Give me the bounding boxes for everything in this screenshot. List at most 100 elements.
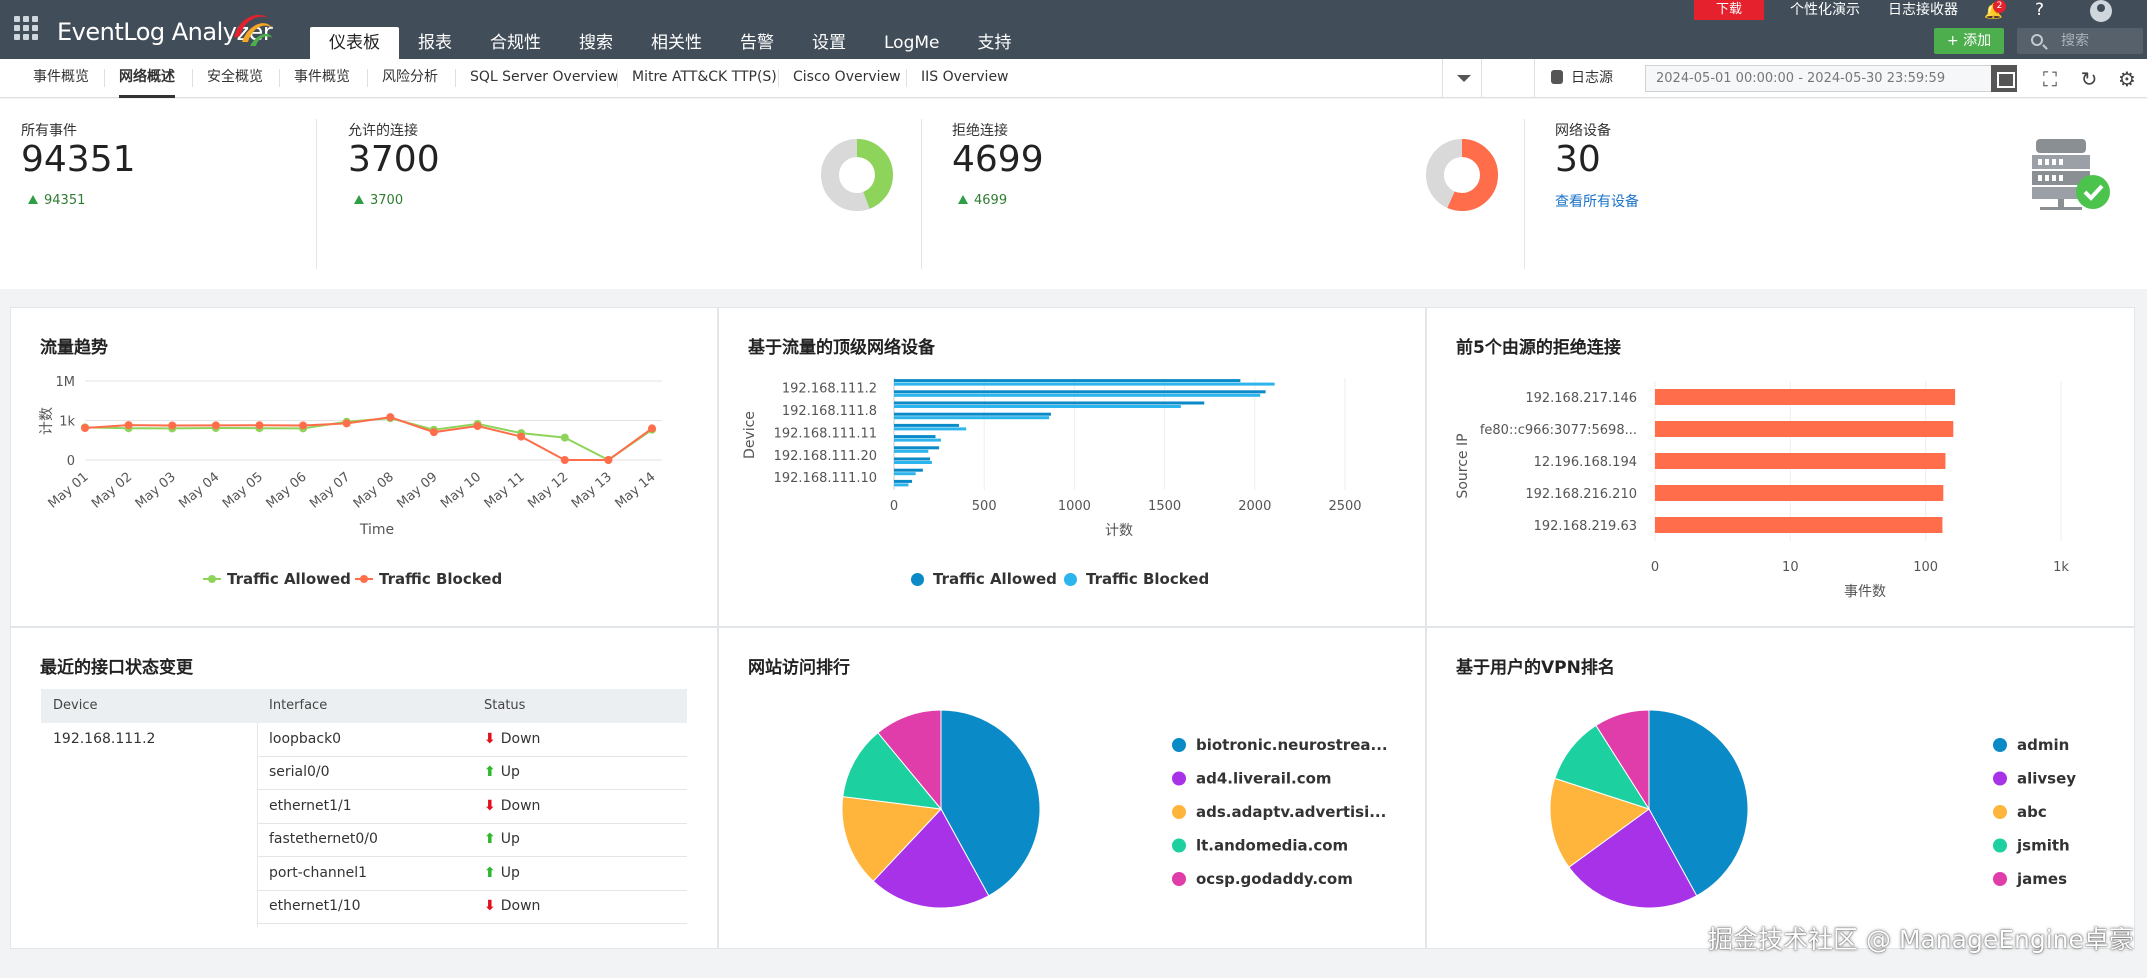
app-grid-icon[interactable] <box>14 16 38 40</box>
bar[interactable] <box>894 468 923 472</box>
legend-traffic-allowed[interactable]: Traffic Allowed <box>203 570 351 588</box>
sub-tab-0[interactable]: 事件概览 <box>33 59 89 98</box>
search-input[interactable]: 搜索 <box>2017 28 2143 54</box>
all-events-value[interactable]: 94351 <box>21 139 136 180</box>
legend-label[interactable]: admin <box>2017 736 2069 754</box>
bar[interactable] <box>894 446 940 450</box>
user-avatar-icon[interactable] <box>2090 0 2112 22</box>
data-point[interactable] <box>560 456 569 464</box>
data-point[interactable] <box>211 421 220 430</box>
sub-tab-6[interactable]: Mitre ATT&CK TTP(S) <box>632 59 777 98</box>
bar[interactable] <box>894 427 967 431</box>
allowed-value[interactable]: 3700 <box>348 139 440 180</box>
nav-item-3[interactable]: 搜索 <box>560 27 632 59</box>
sub-tab-1[interactable]: 网络概述 <box>119 59 175 98</box>
bar[interactable] <box>894 382 1275 386</box>
calendar-icon[interactable] <box>1991 65 2017 92</box>
up-arrow-icon <box>28 195 38 204</box>
sub-tab-7[interactable]: Cisco Overview <box>793 59 901 98</box>
legend-label[interactable]: biotronic.neurostrea... <box>1196 736 1388 754</box>
tab-separator <box>367 69 368 87</box>
bar[interactable] <box>894 423 959 427</box>
data-point[interactable] <box>429 428 438 437</box>
nav-item-6[interactable]: 设置 <box>793 27 865 59</box>
bar[interactable] <box>894 393 1261 397</box>
nav-item-5[interactable]: 告警 <box>721 27 793 59</box>
personalize-demo-link[interactable]: 个性化演示 <box>1790 1 1860 19</box>
bar[interactable] <box>894 479 913 483</box>
legend-traffic-blocked[interactable]: Traffic Blocked <box>1064 570 1209 588</box>
data-point[interactable] <box>648 424 656 433</box>
download-button[interactable]: 下载 <box>1694 0 1764 20</box>
column-header-interface[interactable]: Interface <box>257 689 472 723</box>
refresh-icon[interactable]: ↻ <box>2077 67 2101 91</box>
log-source-selector[interactable]: 日志源 <box>1534 59 1613 98</box>
bar[interactable] <box>894 472 916 476</box>
bar[interactable] <box>1655 389 1956 405</box>
nav-item-2[interactable]: 合规性 <box>471 27 560 59</box>
devices-value[interactable]: 30 <box>1555 139 1601 180</box>
legend-traffic-allowed[interactable]: Traffic Allowed <box>911 570 1057 588</box>
bar[interactable] <box>894 401 1205 405</box>
bar[interactable] <box>1655 453 1946 469</box>
bar[interactable] <box>894 457 931 461</box>
bar[interactable] <box>894 461 932 464</box>
legend-label[interactable]: ad4.liverail.com <box>1196 770 1332 788</box>
add-button[interactable]: + 添加 <box>1934 28 2004 54</box>
bar[interactable] <box>894 390 1266 394</box>
log-receiver-link[interactable]: 日志接收器 <box>1888 1 1958 19</box>
data-point[interactable] <box>342 419 351 428</box>
sub-tab-2[interactable]: 安全概览 <box>207 59 263 98</box>
sub-tab-4[interactable]: 风险分析 <box>382 59 438 98</box>
bar[interactable] <box>1655 517 1943 533</box>
help-icon[interactable]: ? <box>2035 0 2044 20</box>
nav-item-1[interactable]: 报表 <box>399 27 471 59</box>
data-point[interactable] <box>473 422 482 431</box>
bar[interactable] <box>894 449 929 453</box>
date-range-input[interactable]: 2024-05-01 00:00:00 - 2024-05-30 23:59:5… <box>1645 65 2017 92</box>
bar[interactable] <box>894 412 1051 416</box>
legend-label[interactable]: ads.adaptv.advertisi... <box>1196 803 1386 821</box>
data-point[interactable] <box>560 433 569 442</box>
bar[interactable] <box>894 379 1241 383</box>
view-all-devices-link[interactable]: 查看所有设备 <box>1555 191 1639 211</box>
bar[interactable] <box>894 435 936 439</box>
nav-item-4[interactable]: 相关性 <box>632 27 721 59</box>
nav-item-8[interactable]: 支持 <box>959 27 1031 59</box>
denied-value[interactable]: 4699 <box>952 139 1044 180</box>
bar[interactable] <box>894 405 1181 408</box>
fullscreen-icon[interactable]: ⛶ <box>2038 67 2062 91</box>
bar[interactable] <box>894 416 1050 420</box>
data-point[interactable] <box>124 421 133 430</box>
data-point[interactable] <box>517 432 526 441</box>
legend-label[interactable]: jsmith <box>2016 837 2070 855</box>
legend-label[interactable]: ocsp.godaddy.com <box>1196 870 1353 888</box>
legend-label[interactable]: james <box>2016 870 2067 888</box>
data-point[interactable] <box>299 421 308 430</box>
column-header-status[interactable]: Status <box>472 689 687 723</box>
data-point[interactable] <box>386 413 395 422</box>
bar[interactable] <box>1655 485 1944 501</box>
nav-item-7[interactable]: LogMe <box>865 27 959 59</box>
sub-tab-8[interactable]: IIS Overview <box>921 59 1009 98</box>
y-tick-label: 1k <box>59 415 75 430</box>
sub-tab-3[interactable]: 事件概览 <box>294 59 350 98</box>
legend-marker <box>1993 738 2007 752</box>
legend-label[interactable]: alivsey <box>2017 770 2076 788</box>
more-tabs-dropdown[interactable] <box>1442 59 1482 98</box>
data-point[interactable] <box>255 421 264 430</box>
y-tick-label: 192.168.219.63 <box>1534 519 1637 534</box>
bar[interactable] <box>1655 421 1954 437</box>
legend-label[interactable]: lt.andomedia.com <box>1196 837 1348 855</box>
legend-label[interactable]: abc <box>2017 803 2047 821</box>
bar[interactable] <box>894 483 909 487</box>
data-point[interactable] <box>604 456 613 464</box>
settings-gear-icon[interactable]: ⚙ <box>2115 67 2139 91</box>
data-point[interactable] <box>168 421 177 430</box>
legend-traffic-blocked[interactable]: Traffic Blocked <box>355 570 502 588</box>
bar[interactable] <box>894 438 941 442</box>
data-point[interactable] <box>81 423 89 432</box>
nav-item-0[interactable]: 仪表板 <box>310 27 399 59</box>
sub-tab-5[interactable]: SQL Server Overview <box>470 59 618 98</box>
column-header-device[interactable]: Device <box>41 689 257 723</box>
